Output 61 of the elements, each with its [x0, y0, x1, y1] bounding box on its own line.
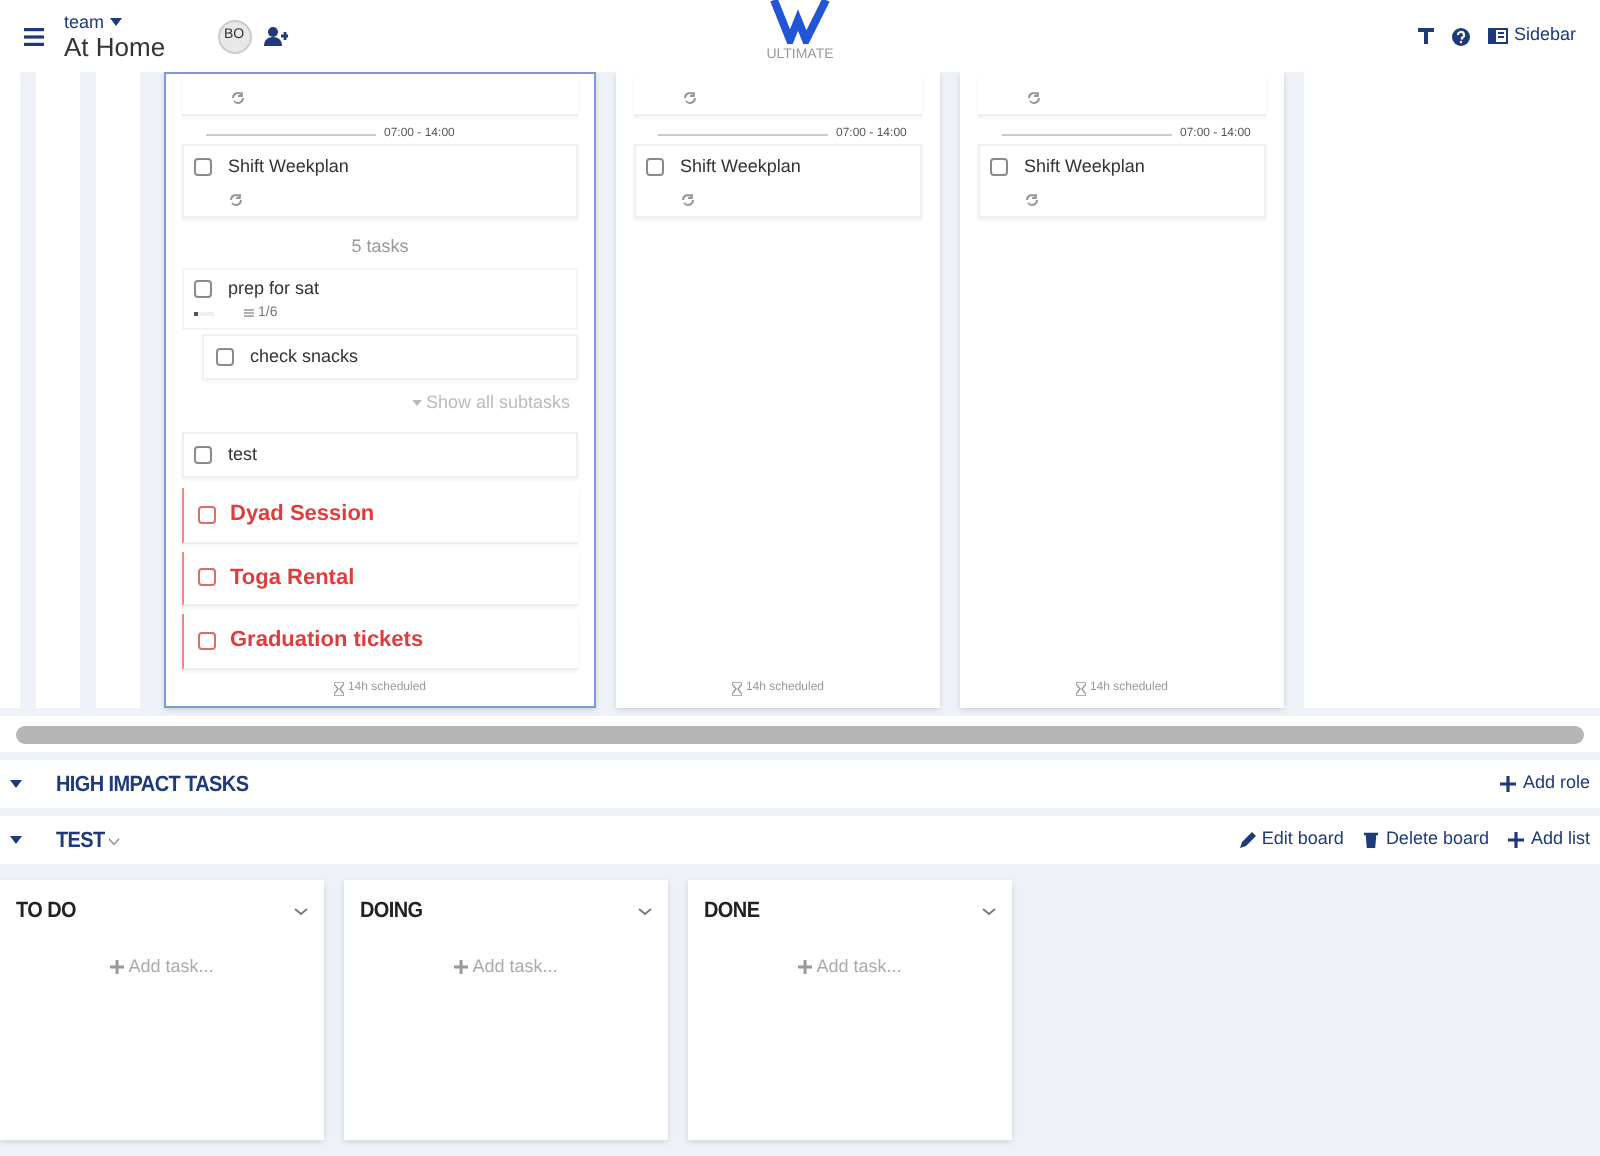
menu-icon	[24, 27, 44, 45]
sidebar-button[interactable]: Sidebar	[1487, 22, 1576, 50]
sidebar-icon	[1487, 28, 1508, 44]
plus-icon	[798, 960, 813, 975]
task-count: 5 tasks	[349, 233, 411, 259]
chevron-down-icon	[294, 907, 308, 915]
checkbox[interactable]	[194, 445, 212, 464]
list-title: DONE	[704, 896, 760, 928]
caret-icon	[110, 18, 123, 26]
hourglass-icon	[333, 682, 344, 696]
add-user-icon	[263, 26, 288, 46]
repeat-icon	[680, 191, 696, 207]
checkbox[interactable]	[198, 631, 216, 650]
pencil-icon	[1239, 832, 1256, 848]
section-title[interactable]: HIGH IMPACT TASKS	[56, 767, 249, 801]
repeat-icon	[230, 90, 246, 106]
hourglass-icon	[1075, 682, 1086, 696]
action-link[interactable]: Add role	[1500, 770, 1590, 798]
task-title: Shift Weekplan	[228, 154, 349, 180]
action-link[interactable]: Add list	[1508, 826, 1590, 854]
plus-icon	[110, 960, 125, 975]
checkbox[interactable]	[198, 505, 216, 524]
checkbox[interactable]	[198, 568, 216, 587]
caret-down-icon	[10, 836, 22, 844]
team-dropdown[interactable]: team	[64, 13, 166, 31]
task-title: prep for sat	[228, 276, 320, 302]
checkbox[interactable]	[216, 347, 234, 366]
help-icon	[1451, 27, 1470, 45]
repeat-icon	[682, 90, 698, 106]
horizontal-scrollbar[interactable]	[16, 725, 1584, 743]
plus-icon	[1508, 832, 1525, 848]
chevron-down-icon	[638, 907, 652, 915]
task-title: Shift Weekplan	[680, 154, 801, 180]
plus-icon	[454, 960, 469, 975]
action-link[interactable]: Delete board	[1363, 826, 1489, 854]
task-title: Graduation tickets	[230, 626, 424, 656]
checkbox[interactable]	[990, 158, 1008, 177]
section-title[interactable]: TEST	[56, 823, 121, 857]
plus-icon	[1500, 776, 1517, 792]
workspace-name: At Home	[64, 33, 166, 59]
checkbox[interactable]	[194, 158, 212, 177]
repeat-icon	[1024, 191, 1040, 207]
list-title: DOING	[360, 896, 423, 928]
task-title: Dyad Session	[230, 500, 375, 530]
list-title: TO DO	[16, 896, 76, 928]
task-title: Shift Weekplan	[1024, 154, 1145, 180]
chevron-down-icon	[982, 907, 996, 915]
caret-icon	[411, 400, 422, 407]
filter-icon	[1417, 28, 1434, 44]
hourglass-icon	[731, 682, 742, 696]
repeat-icon	[1026, 90, 1042, 106]
repeat-icon	[228, 191, 244, 207]
action-link[interactable]: Edit board	[1239, 826, 1344, 854]
checklist-icon	[244, 308, 254, 318]
checkbox[interactable]	[646, 158, 664, 177]
checkbox[interactable]	[194, 280, 212, 299]
task-title: test	[228, 441, 258, 467]
trash-icon	[1363, 832, 1380, 848]
subtask-title: check snacks	[250, 343, 359, 369]
caret-down-icon	[10, 780, 22, 788]
task-title: Toga Rental	[230, 563, 355, 593]
